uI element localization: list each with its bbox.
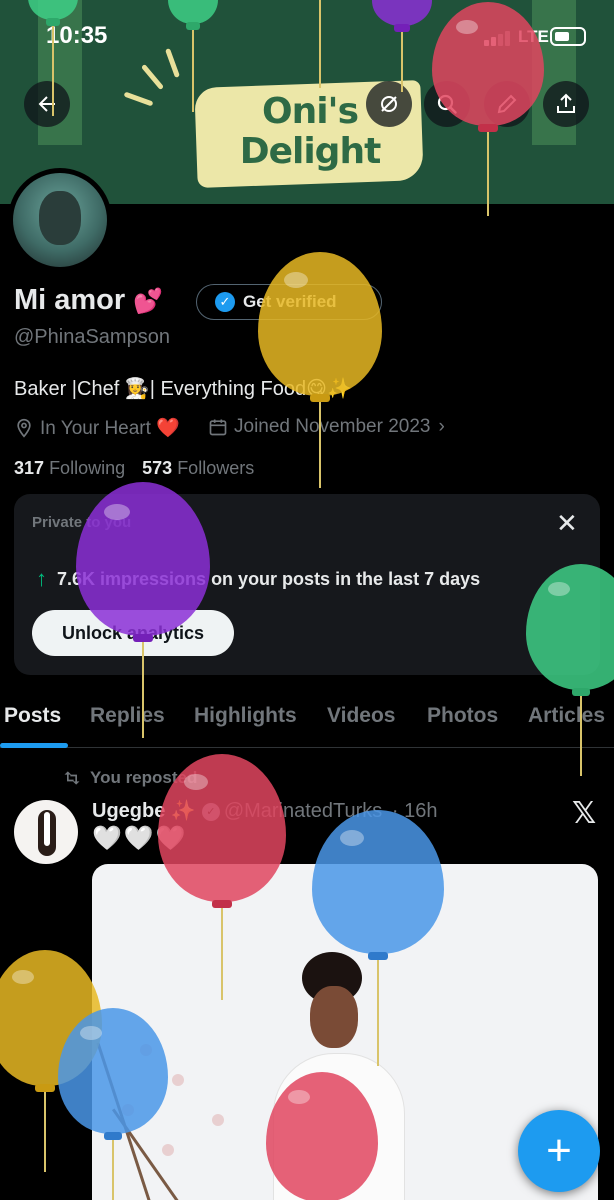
share-button[interactable] [543, 81, 589, 127]
profile-joined: Joined November 2023 › [208, 416, 445, 438]
repost-indicator: You reposted [62, 768, 197, 788]
signal-icon [484, 30, 512, 46]
following-link[interactable]: 317 Following [14, 458, 125, 478]
profile-bio: Baker |Chef 👩‍🍳| Everything Food😋✨ [14, 378, 352, 400]
follow-counts: 317 Following 573 Followers [14, 458, 254, 479]
profile-location: In Your Heart ❤️ [14, 416, 180, 440]
post-author[interactable]: Ugegbe ✨ ✓ @MarinatedTurks · 16h [92, 798, 437, 823]
back-button[interactable] [24, 81, 70, 127]
post-author-avatar[interactable] [14, 800, 78, 864]
compose-button[interactable]: + [518, 1110, 600, 1192]
avatar-photo [13, 173, 107, 267]
calendar-icon [209, 419, 227, 436]
profile-name: Mi amor 💕 [14, 284, 164, 316]
profile-avatar[interactable] [8, 168, 112, 272]
search-button[interactable] [424, 81, 470, 127]
active-tab-indicator [0, 743, 68, 748]
profile-tabs: Posts Replies Highlights Videos Photos A… [0, 698, 614, 748]
network-label: LTE [518, 27, 549, 46]
post-text: 🤍🤍🤍 [92, 825, 188, 852]
status-time: 10:35 [46, 22, 108, 49]
tab-posts[interactable]: Posts [4, 704, 61, 728]
tab-photos[interactable]: Photos [427, 704, 498, 728]
repost-icon [64, 771, 80, 785]
tab-articles[interactable]: Articles [528, 704, 605, 728]
edit-icon [497, 94, 517, 114]
verified-badge-icon: ✓ [215, 292, 235, 312]
impressions-text: ↑ 7.6K impressions on your posts in the … [36, 566, 481, 591]
chevron-right-icon: › [438, 416, 445, 437]
banner-spark [123, 91, 154, 107]
plus-icon: + [546, 1126, 572, 1175]
status-bar: 10:35 LTE [0, 0, 614, 70]
location-pin-icon [17, 418, 31, 438]
grok-icon [381, 96, 397, 112]
heart-emoji: 💕 [133, 288, 164, 315]
close-icon[interactable]: ✕ [556, 508, 578, 539]
arrow-up-icon: ↑ [36, 566, 47, 591]
unlock-analytics-button[interactable]: Unlock analytics [32, 610, 234, 656]
tab-videos[interactable]: Videos [327, 704, 395, 728]
tab-highlights[interactable]: Highlights [194, 704, 297, 728]
tab-replies[interactable]: Replies [90, 704, 165, 728]
followers-link[interactable]: 573 Followers [142, 458, 254, 478]
verified-check-icon: ✓ [201, 803, 220, 821]
profile-handle: @PhinaSampson [14, 326, 170, 348]
analytics-card: Private to you ✕ ↑ 7.6K impressions on y… [14, 494, 600, 675]
search-icon [437, 94, 457, 114]
get-verified-button[interactable]: ✓ Get verified [196, 284, 382, 320]
x-logo-icon: 𝕏 [572, 797, 597, 830]
back-arrow-icon [38, 96, 55, 112]
share-icon [557, 93, 575, 113]
grok-button[interactable] [366, 81, 412, 127]
private-label: Private to you [32, 514, 132, 531]
edit-button[interactable] [484, 81, 530, 127]
battery-icon [550, 27, 586, 46]
